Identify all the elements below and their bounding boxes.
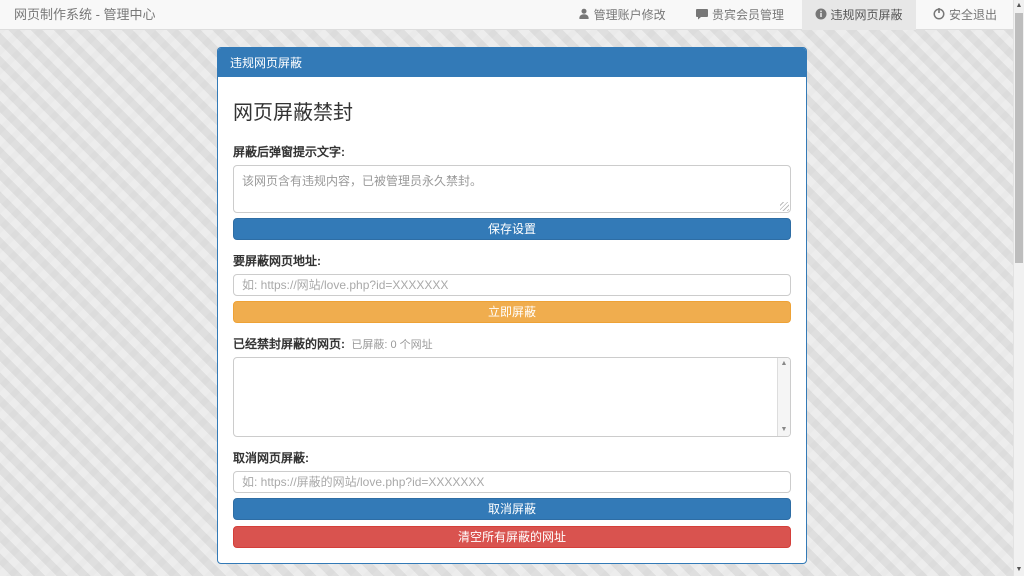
nav-item-label: 管理账户修改	[594, 8, 666, 22]
user-icon	[578, 8, 590, 20]
popup-text-textarea[interactable]: 该网页含有违规内容，已被管理员永久禁封。	[233, 165, 791, 213]
textarea-scrollbar[interactable]: ▲ ▼	[777, 358, 790, 436]
block-panel-body: 网页屏蔽禁封 屏蔽后弹窗提示文字: 该网页含有违规内容，已被管理员永久禁封。 保…	[218, 77, 806, 563]
scroll-down-icon[interactable]: ▼	[781, 424, 788, 436]
navbar-menu: 管理账户修改 贵宾会员管理 违规网页屏蔽 安全退出	[565, 0, 1010, 30]
block-panel-header: 违规网页屏蔽	[218, 48, 806, 77]
block-url-label: 要屏蔽网页地址:	[233, 252, 791, 269]
unblock-button[interactable]: 取消屏蔽	[233, 498, 791, 520]
scrollbar-thumb[interactable]	[1015, 13, 1023, 263]
nav-item-account[interactable]: 管理账户修改	[565, 0, 679, 30]
app-title: 网页制作系统 - 管理中心	[0, 0, 170, 30]
window-scrollbar[interactable]: ▲ ▼	[1013, 0, 1024, 576]
unblock-url-input[interactable]	[233, 471, 791, 493]
top-navbar: 网页制作系统 - 管理中心 管理账户修改 贵宾会员管理 违规网页屏蔽 安全退出	[0, 0, 1024, 30]
info-icon	[815, 8, 827, 20]
popup-text-label: 屏蔽后弹窗提示文字:	[233, 143, 791, 160]
nav-item-label: 贵宾会员管理	[712, 8, 784, 22]
nav-item-block[interactable]: 违规网页屏蔽	[802, 0, 916, 30]
block-panel: 违规网页屏蔽 网页屏蔽禁封 屏蔽后弹窗提示文字: 该网页含有违规内容，已被管理员…	[217, 47, 807, 564]
blocked-count-value: 0	[390, 339, 396, 351]
nav-item-vip[interactable]: 贵宾会员管理	[683, 0, 797, 30]
comment-icon	[696, 8, 708, 20]
blocked-list-label: 已经禁封屏蔽的网页: 已屏蔽: 0 个网址	[233, 335, 791, 352]
blocked-list-label-text: 已经禁封屏蔽的网页:	[233, 337, 345, 351]
blocked-list-textarea[interactable]	[233, 357, 791, 437]
main-container: 违规网页屏蔽 网页屏蔽禁封 屏蔽后弹窗提示文字: 该网页含有违规内容，已被管理员…	[217, 47, 807, 576]
block-url-input[interactable]	[233, 274, 791, 296]
nav-item-logout[interactable]: 安全退出	[920, 0, 1010, 30]
unblock-label: 取消网页屏蔽:	[233, 449, 791, 466]
clear-all-button[interactable]: 清空所有屏蔽的网址	[233, 526, 791, 548]
save-settings-button[interactable]: 保存设置	[233, 218, 791, 240]
scroll-up-icon[interactable]: ▲	[781, 358, 788, 370]
scrollbar-up-icon[interactable]: ▲	[1014, 0, 1024, 12]
power-icon	[933, 8, 945, 20]
blocked-count-suffix: 个网址	[400, 339, 433, 351]
nav-item-label: 违规网页屏蔽	[831, 8, 903, 22]
nav-item-label: 安全退出	[949, 8, 997, 22]
block-now-button[interactable]: 立即屏蔽	[233, 301, 791, 323]
blocked-count-prefix: 已屏蔽:	[351, 339, 387, 351]
page-title: 网页屏蔽禁封	[233, 96, 791, 125]
scrollbar-down-icon[interactable]: ▼	[1014, 564, 1024, 576]
blocked-count-note: 已屏蔽: 0 个网址	[351, 339, 432, 351]
